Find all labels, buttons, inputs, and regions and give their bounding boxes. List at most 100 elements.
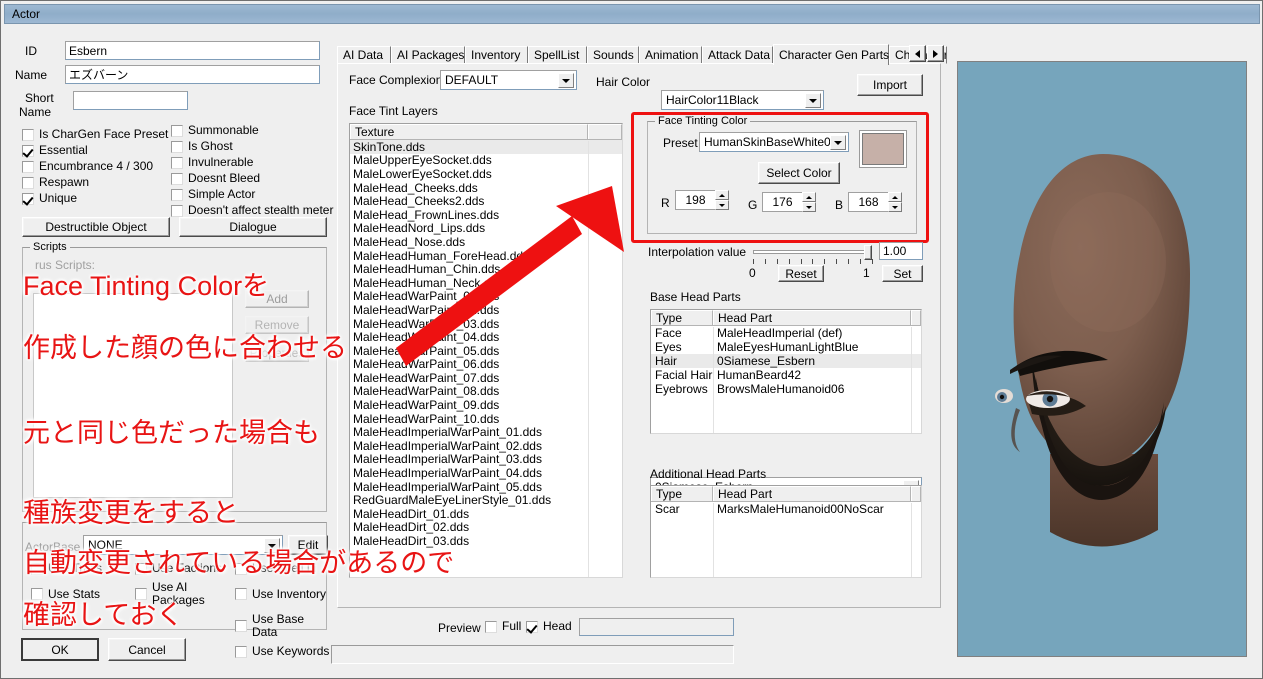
checkbox-unique[interactable]: Unique: [22, 192, 182, 205]
table-row[interactable]: Eyebrows BrowsMaleHumanoid06: [651, 382, 921, 396]
ok-button[interactable]: OK: [21, 638, 99, 661]
texture-list-item[interactable]: RedGuardMaleEyeLinerStyle_01.dds: [350, 493, 622, 507]
checkbox-stealth-meter[interactable]: Doesn't affect stealth meter: [171, 204, 336, 217]
checkbox-summonable[interactable]: Summonable: [171, 124, 336, 137]
texture-list-item[interactable]: MaleHeadWarPaint_04.dds: [350, 330, 622, 344]
tab-scroll-right-icon[interactable]: [927, 45, 944, 62]
g-spinner[interactable]: 176: [762, 192, 816, 212]
checkbox-use-stats[interactable]: Use Stats: [31, 581, 135, 607]
texture-list-item[interactable]: MaleHeadWarPaint_07.dds: [350, 371, 622, 385]
id-input[interactable]: Esbern: [65, 41, 320, 60]
checkbox-preview-head[interactable]: Head: [526, 620, 572, 633]
checkbox-is-ghost[interactable]: Is Ghost: [171, 140, 336, 153]
texture-list-item[interactable]: MaleLowerEyeSocket.dds: [350, 167, 622, 181]
texture-list-item[interactable]: MaleHeadHuman_Neck.dds: [350, 276, 622, 290]
texture-list-item[interactable]: MaleHeadWarPaint_05.dds: [350, 344, 622, 358]
reset-button[interactable]: Reset: [778, 265, 824, 282]
tab-ai-packages[interactable]: AI Packages: [391, 46, 465, 64]
tab-spell-list[interactable]: SpellList: [528, 46, 587, 64]
table-row[interactable]: Hair 0Siamese_Esbern: [651, 354, 921, 368]
checkbox-respawn[interactable]: Respawn: [22, 176, 182, 189]
checkbox-use-inventory[interactable]: Use Inventory: [235, 581, 331, 607]
checkbox-use-keywords[interactable]: Use Keywords: [235, 645, 331, 658]
add-script-button[interactable]: Add: [245, 290, 309, 308]
set-button[interactable]: Set: [882, 265, 923, 282]
texture-list-item[interactable]: MaleHeadImperialWarPaint_02.dds: [350, 439, 622, 453]
character-preview-panel[interactable]: [957, 61, 1247, 657]
texture-list-item[interactable]: MaleHeadHuman_ForeHead.dds: [350, 249, 622, 263]
table-row[interactable]: Eyes MaleEyesHumanLightBlue: [651, 340, 921, 354]
short-name-input[interactable]: [73, 91, 188, 110]
texture-list-item[interactable]: MaleHeadImperialWarPaint_03.dds: [350, 452, 622, 466]
chevron-down-icon[interactable]: [805, 93, 821, 108]
interpolation-value-input[interactable]: 1.00: [879, 242, 923, 260]
checkbox-doesnt-bleed[interactable]: Doesnt Bleed: [171, 172, 336, 185]
dialogue-button[interactable]: Dialogue: [179, 217, 327, 237]
checkbox-preview-full[interactable]: Full: [485, 620, 521, 633]
b-spinner[interactable]: 168: [848, 192, 902, 212]
texture-list-item[interactable]: MaleHeadWarPaint_08.dds: [350, 384, 622, 398]
texture-list-item[interactable]: MaleHeadImperialWarPaint_01.dds: [350, 425, 622, 439]
checkbox-use-ai-packages[interactable]: Use AI Packages: [135, 581, 235, 607]
remove-script-button[interactable]: Remove: [245, 316, 309, 334]
cancel-button[interactable]: Cancel: [108, 638, 186, 661]
tab-scroll-left-icon[interactable]: [909, 45, 926, 62]
preset-combo[interactable]: HumanSkinBaseWhite01: [699, 132, 849, 152]
scripts-list[interactable]: [33, 293, 233, 498]
slider-thumb[interactable]: [864, 245, 872, 260]
checkbox-use-traits[interactable]: Use Traits: [31, 562, 135, 575]
spinner-buttons[interactable]: [715, 190, 729, 210]
properties-script-button[interactable]: Properties: [245, 344, 309, 362]
tab-inventory[interactable]: Inventory: [465, 46, 528, 64]
tab-sounds[interactable]: Sounds: [587, 46, 639, 64]
interpolation-slider[interactable]: [753, 245, 873, 260]
checkbox-invulnerable[interactable]: Invulnerable: [171, 156, 336, 169]
texture-list-item[interactable]: MaleHead_Nose.dds: [350, 235, 622, 249]
texture-list-item[interactable]: MaleHeadImperialWarPaint_04.dds: [350, 466, 622, 480]
table-row[interactable]: Face MaleHeadImperial (def): [651, 326, 921, 340]
face-tint-layers-list[interactable]: Texture SkinTone.dds MaleUpperEyeSocket.d…: [349, 123, 623, 578]
tab-ai-data[interactable]: AI Data: [337, 46, 391, 64]
spin-up-icon[interactable]: [715, 190, 729, 200]
import-button[interactable]: Import: [857, 74, 923, 96]
texture-list-item[interactable]: MaleHeadNord_Lips.dds: [350, 221, 622, 235]
chevron-down-icon[interactable]: [558, 73, 574, 88]
texture-list-item[interactable]: MaleHeadDirt_02.dds: [350, 520, 622, 534]
tab-animation[interactable]: Animation: [639, 46, 702, 64]
hair-color-combo[interactable]: HairColor11Black: [661, 90, 824, 110]
destructible-object-button[interactable]: Destructible Object: [22, 217, 170, 237]
spin-down-icon[interactable]: [888, 202, 902, 212]
base-head-parts-list[interactable]: Type Head Part Face MaleHeadImperial (def…: [650, 309, 922, 434]
select-color-button[interactable]: Select Color: [758, 162, 840, 184]
face-complexion-combo[interactable]: DEFAULT: [440, 70, 577, 90]
texture-list-item[interactable]: MaleHeadWarPaint_03.dds: [350, 317, 622, 331]
checkbox-simple-actor[interactable]: Simple Actor: [171, 188, 336, 201]
texture-list-item[interactable]: MaleHeadDirt_03.dds: [350, 534, 622, 548]
texture-list-item[interactable]: SkinTone.dds: [350, 140, 622, 154]
texture-list-item[interactable]: MaleHeadWarPaint_06.dds: [350, 357, 622, 371]
additional-head-parts-list[interactable]: Type Head Part Scar MarksMaleHumanoid00No…: [650, 485, 922, 578]
texture-list-item[interactable]: MaleHeadWarPaint_01.dds: [350, 289, 622, 303]
chevron-down-icon[interactable]: [830, 135, 846, 150]
checkbox-essential[interactable]: Essential: [22, 144, 182, 157]
tab-attack-data[interactable]: Attack Data: [702, 46, 773, 64]
texture-list-item[interactable]: MaleHeadWarPaint_09.dds: [350, 398, 622, 412]
texture-list-item[interactable]: MaleHeadImperialWarPaint_05.dds: [350, 480, 622, 494]
checkbox-use-spell-list[interactable]: Use Spell Li: [235, 562, 331, 575]
spinner-buttons[interactable]: [888, 192, 902, 212]
spin-up-icon[interactable]: [888, 192, 902, 202]
texture-list-item[interactable]: MaleUpperEyeSocket.dds: [350, 153, 622, 167]
texture-list-item[interactable]: MaleHeadWarPaint_02.dds: [350, 303, 622, 317]
table-row[interactable]: Scar MarksMaleHumanoid00NoScar: [651, 502, 921, 516]
spin-up-icon[interactable]: [802, 192, 816, 202]
spin-down-icon[interactable]: [802, 202, 816, 212]
spin-down-icon[interactable]: [715, 200, 729, 210]
name-input[interactable]: エズバーン: [65, 65, 320, 84]
texture-list-item[interactable]: MaleHeadDirt_01.dds: [350, 507, 622, 521]
checkbox-use-base-data[interactable]: Use Base Data: [235, 613, 331, 639]
color-swatch-frame[interactable]: [859, 130, 907, 168]
texture-list-item[interactable]: MaleHead_FrownLines.dds: [350, 208, 622, 222]
texture-list-item[interactable]: MaleHead_Cheeks.dds: [350, 181, 622, 195]
texture-list-item[interactable]: MaleHeadWarPaint_10.dds: [350, 412, 622, 426]
checkbox-use-factions[interactable]: Use Factions: [135, 562, 235, 575]
